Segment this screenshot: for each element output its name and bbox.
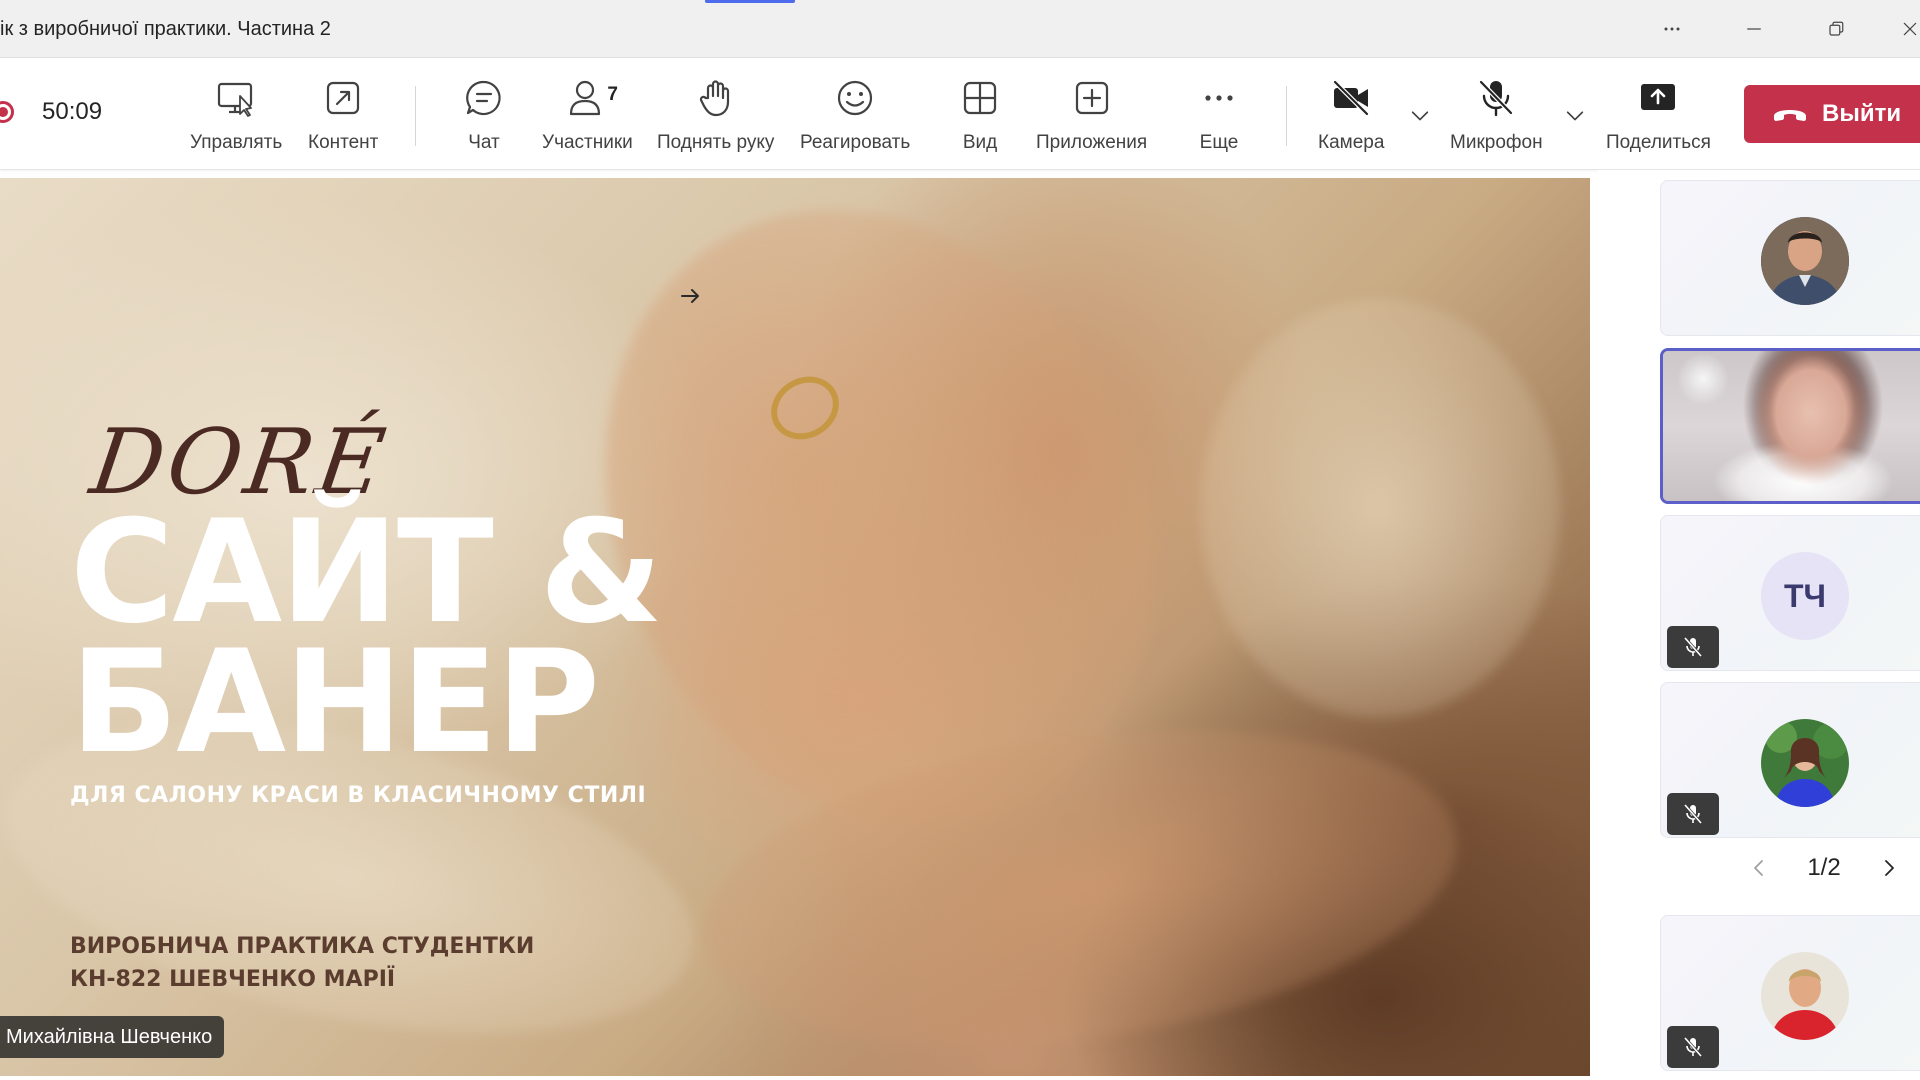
page-indicator: 1/2 bbox=[1807, 854, 1841, 881]
share-content-icon bbox=[327, 81, 360, 115]
content-button[interactable]: Контент bbox=[308, 76, 378, 156]
camera-button[interactable]: Камера bbox=[1318, 76, 1384, 156]
person-icon bbox=[570, 80, 601, 116]
share-label: Поделиться bbox=[1606, 132, 1711, 153]
microphone-button[interactable]: Микрофон bbox=[1450, 76, 1543, 156]
participants-label: Участники bbox=[542, 132, 633, 153]
close-icon bbox=[1903, 22, 1917, 36]
window-title: ік з виробничої практики. Частина 2 bbox=[0, 18, 331, 40]
participant-video-feed bbox=[1663, 351, 1920, 501]
raise-hand-label: Поднять руку bbox=[657, 132, 775, 153]
leave-label: Выйти bbox=[1822, 100, 1902, 127]
more-horizontal-icon bbox=[1205, 95, 1233, 101]
more-label: Еще bbox=[1199, 132, 1239, 153]
participants-gallery: ТЧ 1/2 bbox=[1598, 170, 1920, 1080]
toolbar-divider bbox=[1286, 86, 1287, 146]
chevron-down-icon bbox=[1566, 111, 1584, 121]
chat-icon bbox=[466, 80, 501, 116]
recording-indicator-icon bbox=[0, 101, 14, 123]
more-button[interactable]: Еще bbox=[1197, 76, 1241, 156]
apps-label: Приложения bbox=[1036, 132, 1148, 153]
hang-up-phone-icon bbox=[1774, 110, 1806, 121]
title-bar: ік з виробничої практики. Частина 2 bbox=[0, 0, 1920, 58]
more-horizontal-icon bbox=[1664, 27, 1680, 31]
manage-button[interactable]: Управлять bbox=[190, 76, 282, 156]
react-button[interactable]: Реагировать bbox=[800, 76, 910, 156]
camera-label: Камера bbox=[1318, 132, 1385, 153]
muted-indicator bbox=[1667, 1026, 1719, 1068]
chevron-down-icon bbox=[1411, 111, 1429, 121]
chat-button[interactable]: Чат bbox=[462, 76, 506, 156]
avatar bbox=[1761, 217, 1849, 305]
hand-icon bbox=[699, 80, 729, 117]
microphone-off-icon bbox=[1683, 804, 1703, 824]
fabric-fold bbox=[1200, 298, 1560, 718]
view-button[interactable]: Вид bbox=[958, 76, 1002, 156]
chevron-left-icon bbox=[1754, 860, 1763, 876]
person-photo-icon bbox=[1761, 952, 1849, 1040]
chevron-right-icon bbox=[1885, 860, 1894, 876]
add-app-icon bbox=[1075, 81, 1108, 115]
microphone-label: Микрофон bbox=[1450, 132, 1543, 153]
slide-title: САЙТ & БАНЕР bbox=[70, 490, 663, 785]
microphone-off-icon bbox=[1683, 1037, 1703, 1057]
participant-tile[interactable] bbox=[1660, 180, 1920, 336]
slide-caption-line: ВИРОБНИЧА ПРАКТИКА СТУДЕНТКИ bbox=[70, 934, 535, 959]
participants-count-badge: 7 bbox=[607, 84, 618, 105]
minimize-icon bbox=[1747, 28, 1761, 30]
muted-indicator bbox=[1667, 626, 1719, 668]
avatar-initials: ТЧ bbox=[1761, 552, 1849, 640]
previous-page-button[interactable] bbox=[1744, 853, 1774, 883]
restore-icon bbox=[1829, 21, 1844, 36]
participant-tile[interactable] bbox=[1660, 915, 1920, 1071]
slide-subtitle: ДЛЯ САЛОНУ КРАСИ В КЛАСИЧНОМУ СТИЛІ bbox=[70, 783, 647, 808]
meeting-timer: 50:09 bbox=[42, 98, 103, 125]
share-button[interactable]: Поделиться bbox=[1606, 76, 1711, 156]
participant-tile-active-speaker[interactable] bbox=[1660, 348, 1920, 504]
person-photo-icon bbox=[1761, 217, 1849, 305]
meeting-toolbar: 50:09 Управлять Контент Чат 7 Участники … bbox=[0, 58, 1920, 170]
microphone-off-icon bbox=[1683, 637, 1703, 657]
apps-button[interactable]: Приложения bbox=[1036, 76, 1147, 156]
raise-hand-button[interactable]: Поднять руку bbox=[657, 76, 774, 156]
avatar bbox=[1761, 952, 1849, 1040]
microphone-off-icon bbox=[1479, 80, 1513, 117]
chat-label: Чат bbox=[468, 132, 500, 153]
slide-caption: ВИРОБНИЧА ПРАКТИКА СТУДЕНТКИ КН-822 ШЕВЧ… bbox=[70, 930, 534, 996]
shared-presentation-stage: DORÉ САЙТ & БАНЕР ДЛЯ САЛОНУ КРАСИ В КЛА… bbox=[0, 178, 1590, 1076]
leave-meeting-button[interactable]: Выйти bbox=[1744, 85, 1920, 143]
avatar bbox=[1761, 719, 1849, 807]
monitor-cursor-icon bbox=[218, 82, 253, 117]
share-screen-icon bbox=[1641, 84, 1676, 110]
person-photo-icon bbox=[1761, 719, 1849, 807]
camera-off-icon bbox=[1333, 80, 1369, 116]
view-label: Вид bbox=[962, 132, 998, 153]
participant-tile[interactable] bbox=[1660, 682, 1920, 838]
muted-indicator bbox=[1667, 793, 1719, 835]
camera-options-chevron[interactable] bbox=[1406, 101, 1434, 129]
microphone-options-chevron[interactable] bbox=[1561, 101, 1589, 129]
slide-title-line: САЙТ & bbox=[70, 490, 663, 655]
manage-label: Управлять bbox=[190, 132, 283, 153]
tab-indicator bbox=[705, 0, 795, 3]
slide-title-line: БАНЕР bbox=[70, 620, 600, 785]
participant-tile[interactable]: ТЧ bbox=[1660, 515, 1920, 671]
react-label: Реагировать bbox=[800, 132, 911, 153]
cursor-arrow-icon bbox=[681, 289, 699, 303]
more-options-button[interactable] bbox=[1642, 0, 1702, 58]
restore-button[interactable] bbox=[1806, 0, 1866, 58]
next-page-button[interactable] bbox=[1874, 853, 1904, 883]
minimize-button[interactable] bbox=[1724, 0, 1784, 58]
gallery-pager: 1/2 bbox=[1744, 850, 1904, 886]
presenter-name-tag: Михайлівна Шевченко bbox=[0, 1016, 225, 1058]
slide-caption-line: КН-822 ШЕВЧЕНКО МАРІЇ bbox=[70, 967, 396, 992]
participants-button[interactable]: 7 Участники bbox=[542, 76, 633, 156]
content-label: Контент bbox=[308, 132, 379, 153]
grid-view-icon bbox=[963, 81, 997, 115]
toolbar-divider bbox=[415, 86, 416, 146]
smiley-icon bbox=[838, 80, 873, 116]
close-window-button[interactable] bbox=[1880, 0, 1920, 58]
